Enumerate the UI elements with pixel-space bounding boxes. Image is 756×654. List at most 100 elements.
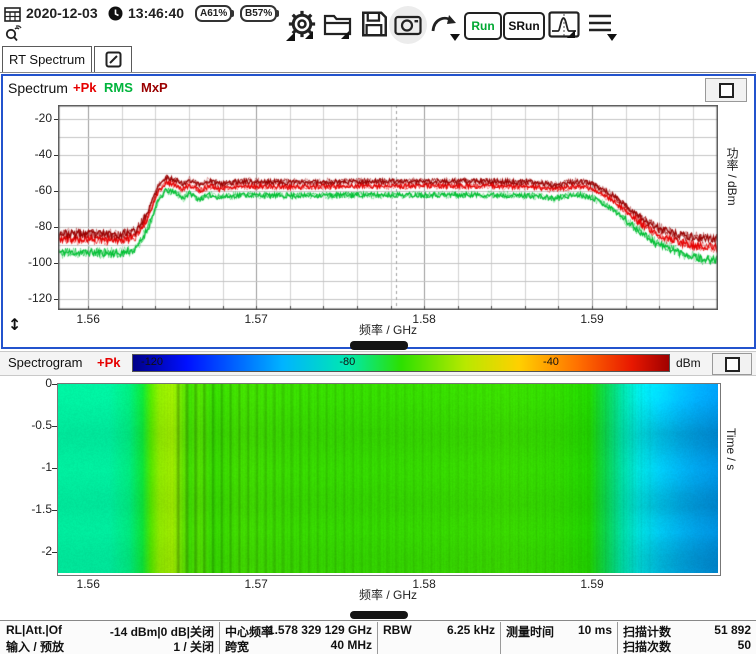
spectrogram-xtick-label: 1.58 bbox=[404, 577, 444, 591]
colorbar: -120 -80 -40 bbox=[132, 354, 670, 372]
clock-icon bbox=[108, 6, 123, 21]
gps-icon bbox=[4, 25, 22, 42]
run-button[interactable]: Run bbox=[464, 12, 502, 40]
legend-rms: RMS bbox=[104, 80, 133, 95]
spectrogram-ytick-label: -0.5 bbox=[18, 418, 52, 432]
colorbar-tick-label: -40 bbox=[543, 356, 559, 368]
redo-arrow-icon bbox=[429, 10, 459, 36]
menu-dropdown-triangle[interactable] bbox=[607, 34, 617, 41]
settings-button[interactable] bbox=[286, 8, 318, 40]
spectrogram-yaxis-label: Time / s bbox=[724, 428, 738, 538]
tab-label: RT Spectrum bbox=[9, 52, 85, 67]
status-label: RBW bbox=[383, 623, 412, 637]
spectrogram-ytick-mark bbox=[52, 552, 57, 553]
statusbar-separator bbox=[500, 622, 501, 654]
status-value: 10 ms bbox=[578, 623, 612, 637]
open-file-button[interactable] bbox=[322, 9, 354, 39]
spectrogram-ytick-label: -1.5 bbox=[18, 502, 52, 516]
spectrogram-trace-label: +Pk bbox=[97, 355, 121, 370]
redo-dropdown-triangle[interactable] bbox=[450, 34, 460, 41]
spectrum-ytick-label: -40 bbox=[14, 147, 52, 161]
spectrogram-ytick-mark bbox=[52, 510, 57, 511]
display-dropdown-triangle[interactable] bbox=[567, 30, 575, 38]
spectrum-ytick-mark bbox=[54, 263, 58, 264]
open-dropdown-triangle[interactable] bbox=[341, 31, 349, 39]
maximize-icon bbox=[719, 83, 734, 98]
tab-rt-spectrum[interactable]: RT Spectrum bbox=[2, 46, 92, 72]
panel-splitter-handle[interactable] bbox=[350, 341, 408, 350]
edit-icon bbox=[105, 51, 122, 68]
statusbar-separator bbox=[377, 622, 378, 654]
vertical-resize-icon[interactable]: ↕ bbox=[8, 315, 21, 334]
maximize-icon bbox=[725, 357, 740, 372]
date-text: 2020-12-03 bbox=[26, 5, 98, 21]
save-button[interactable] bbox=[359, 8, 389, 40]
spectrum-xtick-label: 1.57 bbox=[236, 312, 276, 326]
bottom-splitter-handle[interactable] bbox=[350, 611, 408, 619]
legend-mxp: MxP bbox=[141, 80, 168, 95]
spectrogram-plot[interactable] bbox=[58, 384, 718, 573]
single-run-button[interactable]: SRun bbox=[503, 12, 545, 40]
redo-button[interactable] bbox=[429, 10, 459, 36]
spectrum-maximize-button[interactable] bbox=[705, 78, 747, 102]
spectrum-ytick-mark bbox=[54, 119, 58, 120]
spectrogram-frame bbox=[57, 383, 721, 576]
spectrogram-xtick-label: 1.57 bbox=[236, 577, 276, 591]
spectrum-xtick-label: 1.59 bbox=[572, 312, 612, 326]
hamburger-icon bbox=[587, 12, 613, 34]
status-label: 扫描次数 bbox=[623, 638, 671, 654]
status-value: 51 892 bbox=[714, 623, 751, 637]
legend-pk: +Pk bbox=[73, 80, 97, 95]
spectrum-ytick-label: -120 bbox=[14, 291, 52, 305]
run-label: Run bbox=[471, 19, 494, 33]
settings-dropdown-triangle[interactable] bbox=[305, 31, 313, 39]
spectrum-ytick-mark bbox=[54, 155, 58, 156]
spectrogram-ytick-label: -1 bbox=[18, 460, 52, 474]
spectrum-panel-title: Spectrum bbox=[8, 80, 68, 96]
time-text: 13:46:40 bbox=[128, 5, 184, 21]
status-label: 跨宽 bbox=[225, 638, 249, 654]
status-value: 50 bbox=[738, 638, 751, 652]
save-icon bbox=[361, 10, 388, 38]
spectrum-xaxis-label: 频率 / GHz bbox=[58, 321, 718, 338]
display-config-button[interactable] bbox=[548, 10, 580, 38]
spectrum-ytick-mark bbox=[54, 191, 58, 192]
spectrum-ytick-label: -60 bbox=[14, 183, 52, 197]
battery-a-indicator: A61% bbox=[195, 5, 232, 22]
statusbar-separator bbox=[617, 622, 618, 654]
colorbar-tick-label: -120 bbox=[141, 356, 163, 368]
spectrum-ytick-mark bbox=[54, 227, 58, 228]
camera-icon bbox=[394, 13, 423, 37]
spectrum-xtick-label: 1.58 bbox=[404, 312, 444, 326]
screenshot-button[interactable] bbox=[389, 6, 427, 44]
spectrogram-ytick-mark bbox=[52, 468, 57, 469]
status-label: 输入 / 预放 bbox=[6, 638, 64, 654]
spectrogram-ytick-label: 0 bbox=[18, 376, 52, 390]
app-window: 2020-12-03 13:46:40 A61% B57% bbox=[0, 0, 756, 654]
spectrum-ytick-label: -100 bbox=[14, 255, 52, 269]
calendar-icon bbox=[4, 6, 21, 22]
spectrum-xtick-label: 1.56 bbox=[68, 312, 108, 326]
spectrogram-ytick-label: -2 bbox=[18, 544, 52, 558]
battery-nub bbox=[276, 10, 279, 17]
menu-button[interactable] bbox=[586, 10, 614, 36]
measurement-status-bar[interactable]: RL|Att.|Of-14 dBm|0 dB|关闭输入 / 预放1 / 关闭中心… bbox=[0, 620, 756, 654]
status-value: 6.25 kHz bbox=[447, 623, 495, 637]
spectrogram-maximize-button[interactable] bbox=[712, 353, 752, 375]
colorbar-unit: dBm bbox=[676, 356, 701, 370]
spectrogram-panel-title: Spectrogram bbox=[8, 355, 82, 370]
top-bar: 2020-12-03 13:46:40 A61% B57% bbox=[0, 0, 756, 44]
spectrum-plot[interactable] bbox=[58, 105, 718, 310]
spectrogram-ytick-mark bbox=[52, 384, 57, 385]
spectrogram-xaxis-label: 频率 / GHz bbox=[58, 586, 718, 603]
statusbar-separator bbox=[219, 622, 220, 654]
spectrogram-xtick-label: 1.56 bbox=[68, 577, 108, 591]
spectrum-ytick-mark bbox=[54, 299, 58, 300]
tab-edit-button[interactable] bbox=[94, 46, 132, 72]
colorbar-tick-label: -80 bbox=[339, 356, 355, 368]
srun-label: SRun bbox=[508, 19, 539, 33]
spectrum-ytick-label: -20 bbox=[14, 111, 52, 125]
spectrum-ytick-label: -80 bbox=[14, 219, 52, 233]
spectrum-display-icon bbox=[548, 11, 580, 38]
status-label: RL|Att.|Of bbox=[6, 623, 62, 637]
